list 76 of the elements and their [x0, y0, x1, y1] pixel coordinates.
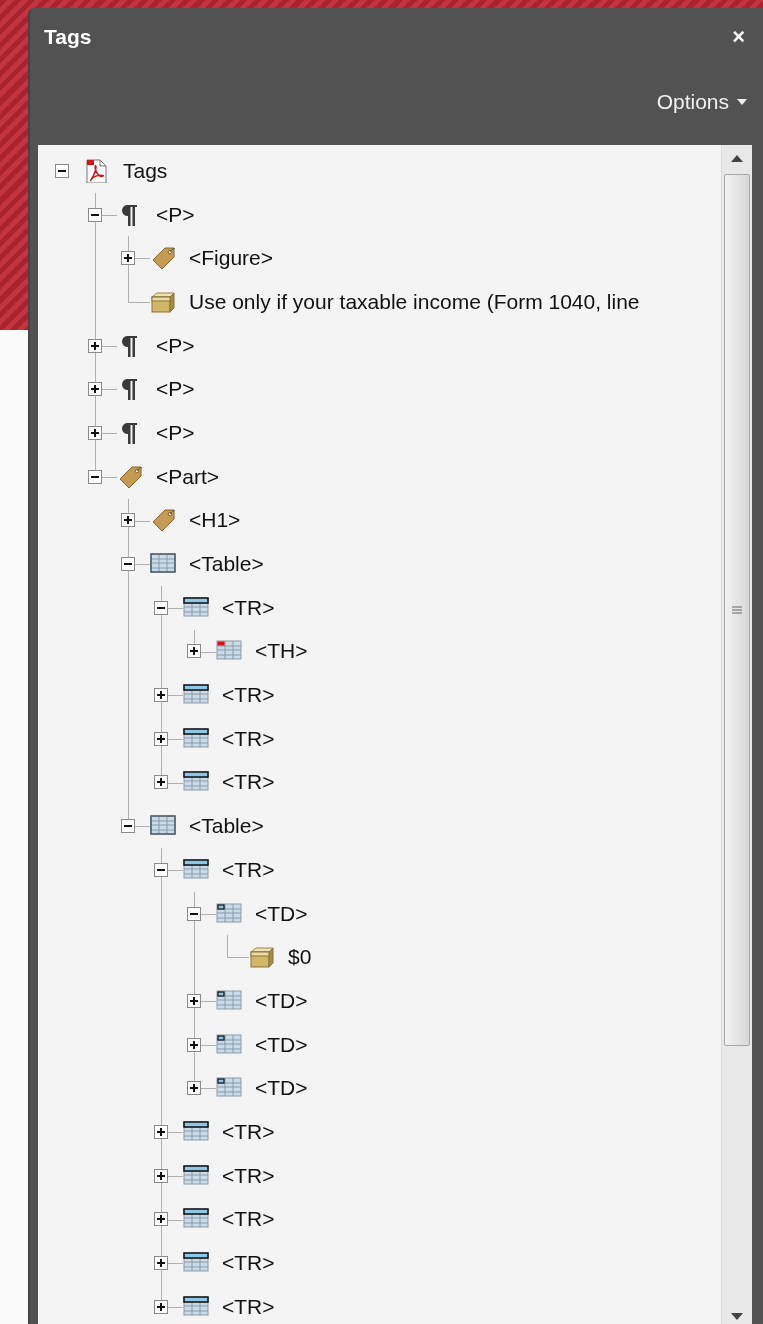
tree-item-label[interactable]: <TR>: [222, 857, 275, 882]
tree-item-label[interactable]: <Figure>: [189, 246, 274, 271]
collapse-button[interactable]: [154, 600, 168, 615]
tag-icon: [150, 508, 176, 533]
scrollbar[interactable]: [721, 145, 752, 1324]
tree-item-label[interactable]: <Table>: [189, 814, 264, 839]
close-button[interactable]: ×: [732, 24, 745, 50]
tree-item-label[interactable]: <TR>: [222, 683, 275, 708]
caret-icon: [737, 99, 747, 105]
tree-item-label[interactable]: <TD>: [255, 988, 308, 1013]
table-row-icon: [183, 1163, 209, 1188]
scroll-up-icon[interactable]: [731, 155, 743, 162]
expand-button[interactable]: [187, 1037, 201, 1052]
expand-button[interactable]: [154, 731, 168, 746]
expand-button[interactable]: [88, 382, 102, 397]
tree-item-label[interactable]: <H1>: [189, 508, 241, 533]
table-row-icon: [183, 595, 209, 620]
expand-button[interactable]: [187, 644, 201, 659]
table-cell-icon: [216, 901, 242, 926]
expand-button[interactable]: [154, 688, 168, 703]
tree-item-label[interactable]: <P>: [156, 333, 195, 358]
expand-button[interactable]: [154, 1168, 168, 1183]
expand-button[interactable]: [154, 1256, 168, 1271]
document-icon: [84, 158, 110, 183]
table-row-icon: [183, 1119, 209, 1144]
tree-item-label[interactable]: <P>: [156, 377, 195, 402]
tree-item-label[interactable]: <TD>: [255, 1032, 308, 1057]
collapse-button[interactable]: [88, 469, 102, 484]
table-row-icon: [183, 1294, 209, 1319]
collapse-button[interactable]: [154, 862, 168, 877]
tag-icon: [117, 464, 143, 489]
tree-item-label[interactable]: <TR>: [222, 1251, 275, 1276]
expand-button[interactable]: [154, 1124, 168, 1139]
tree-item-label[interactable]: <TH>: [255, 639, 308, 664]
tree-item-label[interactable]: <TD>: [255, 901, 308, 926]
collapse-button[interactable]: [88, 207, 102, 222]
scroll-down-icon[interactable]: [731, 1313, 743, 1320]
panel-title: Tags: [44, 25, 92, 49]
collapse-button[interactable]: [187, 906, 201, 921]
tree-item-label[interactable]: <TR>: [222, 1294, 275, 1319]
table-cell-icon: [216, 1032, 242, 1057]
expand-button[interactable]: [154, 1299, 168, 1314]
table-cell-icon: [216, 988, 242, 1013]
tree-item-label[interactable]: <P>: [156, 202, 195, 227]
expand-button[interactable]: [154, 1212, 168, 1227]
tree-item-label[interactable]: <TR>: [222, 1119, 275, 1144]
expand-button[interactable]: [121, 251, 135, 266]
options-menu-button[interactable]: Options: [650, 86, 753, 118]
tree-item-label[interactable]: $0: [288, 945, 312, 970]
collapse-button[interactable]: [121, 819, 135, 834]
table-row-icon: [183, 857, 209, 882]
tree-item-label[interactable]: Tags: [123, 158, 168, 183]
expand-button[interactable]: [187, 1081, 201, 1096]
expand-button[interactable]: [121, 513, 135, 528]
tree-item-label[interactable]: <TR>: [222, 1207, 275, 1232]
table-row-icon: [183, 726, 209, 751]
tree-item-label[interactable]: <Table>: [189, 552, 264, 577]
grip-icon: [732, 606, 742, 614]
tree-item-label[interactable]: <TR>: [222, 1163, 275, 1188]
expand-button[interactable]: [154, 775, 168, 790]
tree-item-label[interactable]: Use only if your taxable income (Form 1040, line: [189, 289, 640, 314]
tree-item-label[interactable]: <TR>: [222, 726, 275, 751]
tree-item-label[interactable]: <Part>: [156, 464, 220, 489]
tree-item-label[interactable]: <TD>: [255, 1076, 308, 1101]
tag-icon: [150, 246, 176, 271]
tree-item-label[interactable]: <P>: [156, 420, 195, 445]
tree-item-label[interactable]: <TR>: [222, 770, 275, 795]
collapse-button[interactable]: [121, 557, 135, 572]
expand-button[interactable]: [88, 425, 102, 440]
collapse-button[interactable]: [55, 163, 69, 178]
tree-item-label[interactable]: <TR>: [222, 595, 275, 620]
expand-button[interactable]: [187, 993, 201, 1008]
box-icon: [249, 945, 275, 970]
expand-button[interactable]: [88, 338, 102, 353]
scrollbar-thumb[interactable]: [724, 174, 750, 1046]
box-icon: [150, 289, 176, 314]
